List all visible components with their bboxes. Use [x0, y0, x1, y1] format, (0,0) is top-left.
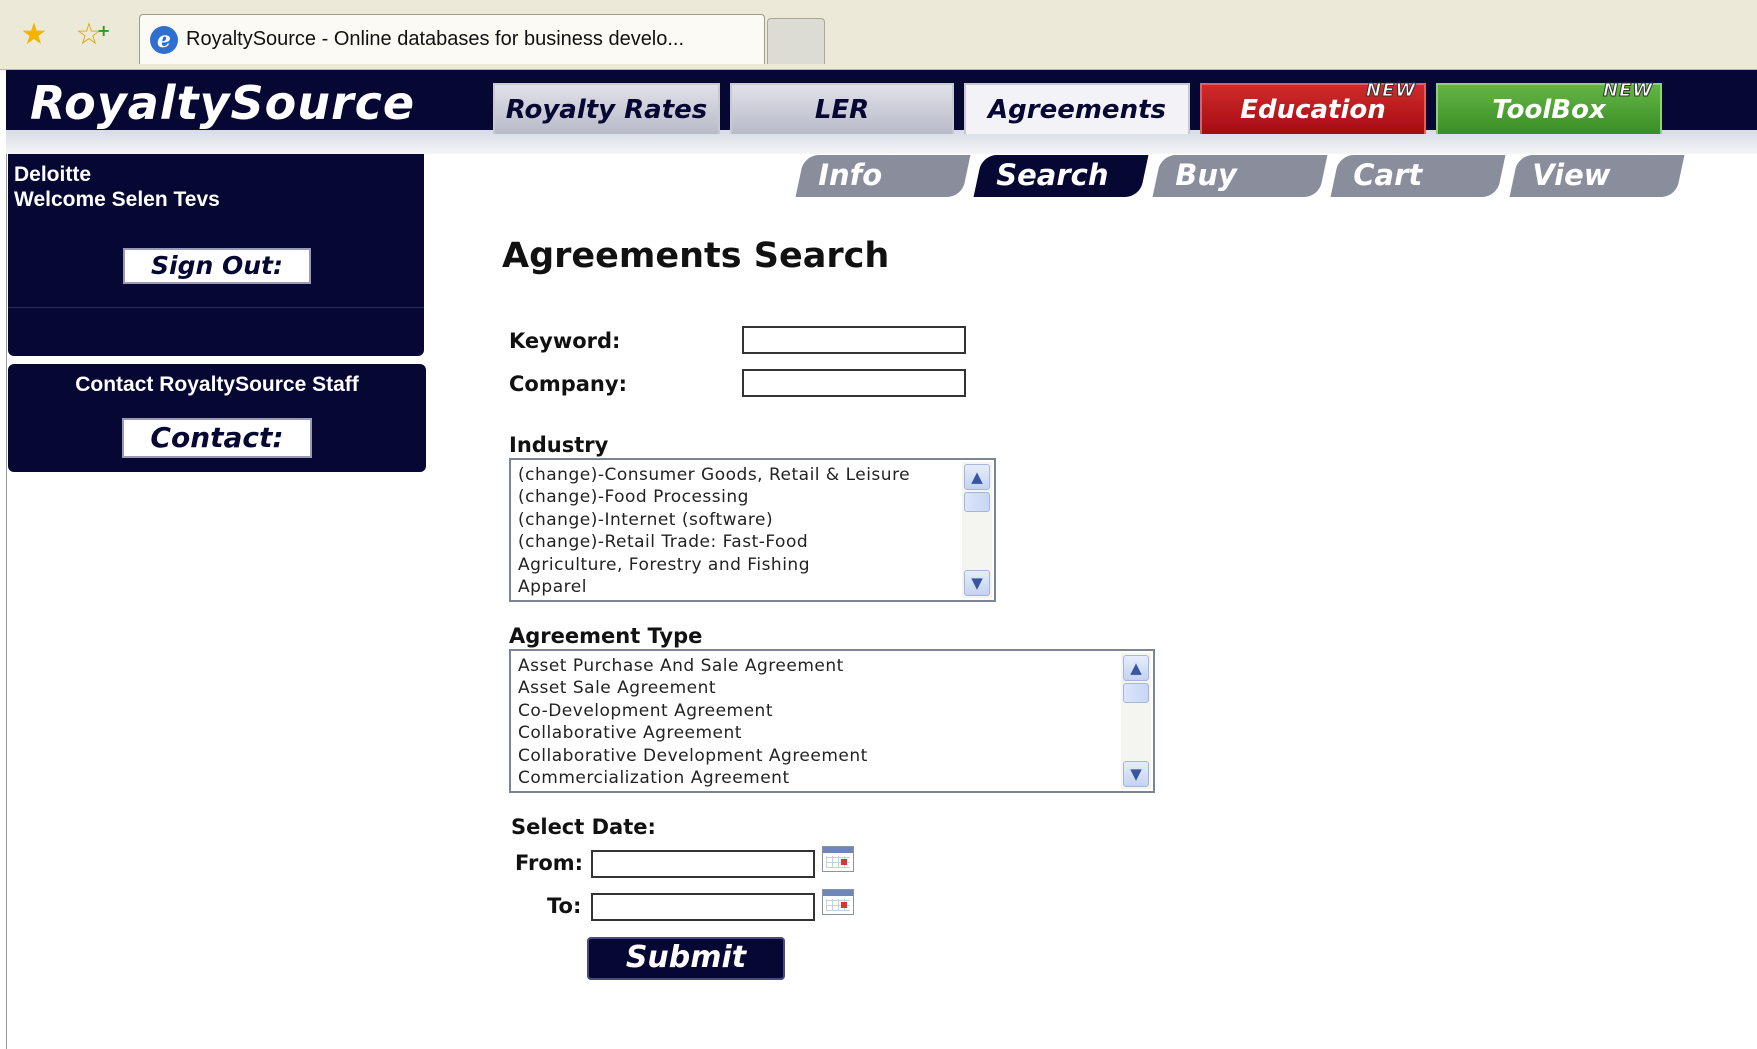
site-logo[interactable]: RoyaltySource — [30, 76, 415, 130]
subtab-search[interactable]: Search — [973, 155, 1149, 197]
list-option[interactable]: Asset Sale Agreement — [518, 677, 868, 699]
select-date-label: Select Date: — [511, 815, 656, 839]
contact-staff-label: Contact RoyaltySource Staff — [75, 373, 359, 396]
agreement-type-options: Asset Purchase And Sale Agreement Asset S… — [518, 655, 868, 789]
new-tab-button[interactable] — [767, 18, 825, 64]
browser-tab-active[interactable]: e RoyaltySource - Online databases for b… — [139, 14, 765, 64]
account-panel-divider — [8, 307, 424, 308]
list-option[interactable]: Apparel — [518, 576, 910, 598]
scroll-thumb[interactable] — [964, 492, 990, 512]
scroll-down-icon[interactable]: ▼ — [1123, 761, 1149, 787]
industry-label: Industry — [509, 433, 609, 457]
agreement-type-scrollbar[interactable]: ▲ ▼ — [1121, 653, 1151, 789]
ie-favicon-icon: e — [150, 26, 178, 54]
list-option[interactable]: Commercialization Agreement — [518, 767, 868, 789]
scroll-down-icon[interactable]: ▼ — [964, 570, 990, 596]
submit-button[interactable]: Submit — [587, 937, 785, 980]
list-option[interactable]: (change)-Consumer Goods, Retail & Leisur… — [518, 464, 910, 486]
industry-options: (change)-Consumer Goods, Retail & Leisur… — [518, 464, 910, 598]
list-option[interactable]: Collaborative Agreement — [518, 722, 868, 744]
toolbox-new-badge: NEW — [1602, 80, 1654, 102]
subtab-info[interactable]: Info — [795, 155, 971, 197]
keyword-label: Keyword: — [509, 329, 621, 353]
industry-scrollbar[interactable]: ▲ ▼ — [962, 462, 992, 598]
company-input[interactable] — [742, 369, 966, 397]
nav-tab-ler[interactable]: LER — [730, 83, 954, 134]
browser-toolbar: ★ ☆ + e RoyaltySource - Online databases… — [0, 0, 1757, 70]
from-label: From: — [515, 851, 584, 875]
list-option[interactable]: Agriculture, Forestry and Fishing — [518, 554, 910, 576]
list-option[interactable]: Collaborative Development Agreement — [518, 745, 868, 767]
industry-listbox[interactable]: (change)-Consumer Goods, Retail & Leisur… — [509, 458, 996, 602]
to-date-input[interactable] — [591, 893, 815, 921]
scroll-up-icon[interactable]: ▲ — [964, 464, 990, 490]
list-option[interactable]: Co-Development Agreement — [518, 700, 868, 722]
contact-button[interactable]: Contact: — [122, 418, 312, 458]
agreement-type-label: Agreement Type — [509, 624, 703, 648]
nav-tab-royalty-rates[interactable]: Royalty Rates — [493, 83, 720, 134]
agreement-type-listbox[interactable]: Asset Purchase And Sale Agreement Asset S… — [509, 649, 1155, 793]
to-label: To: — [547, 894, 582, 918]
sign-out-button[interactable]: Sign Out: — [123, 248, 311, 284]
window-border — [6, 70, 7, 1049]
subtab-info-label: Info — [818, 158, 883, 192]
from-date-input[interactable] — [591, 850, 815, 878]
subtab-view[interactable]: View — [1509, 155, 1685, 197]
scroll-thumb[interactable] — [1123, 683, 1149, 703]
favorites-star-icon[interactable]: ★ — [17, 18, 51, 52]
subtab-cart-label: Cart — [1353, 158, 1423, 192]
subtab-cart[interactable]: Cart — [1330, 155, 1506, 197]
nav-tab-agreements[interactable]: Agreements — [964, 83, 1190, 134]
subtab-view-label: View — [1532, 158, 1611, 192]
welcome-text: Welcome Selen Tevs — [14, 188, 220, 211]
from-calendar-icon[interactable] — [822, 846, 854, 872]
education-new-badge: NEW — [1365, 80, 1417, 102]
list-option[interactable]: (change)-Food Processing — [518, 486, 910, 508]
page-title: Agreements Search — [502, 236, 890, 276]
list-option[interactable]: (change)-Retail Trade: Fast-Food — [518, 531, 910, 553]
scroll-up-icon[interactable]: ▲ — [1123, 655, 1149, 681]
company-name: Deloitte — [14, 163, 92, 186]
to-calendar-icon[interactable] — [822, 889, 854, 915]
add-plus-icon: + — [97, 21, 111, 40]
list-option[interactable]: Asset Purchase And Sale Agreement — [518, 655, 868, 677]
subtab-search-label: Search — [996, 158, 1109, 192]
list-option[interactable]: (change)-Internet (software) — [518, 509, 910, 531]
keyword-input[interactable] — [742, 326, 966, 354]
browser-tab-title: RoyaltySource - Online databases for bus… — [186, 28, 685, 50]
company-label: Company: — [509, 372, 627, 396]
subtab-buy-label: Buy — [1175, 158, 1237, 192]
subtab-buy[interactable]: Buy — [1152, 155, 1328, 197]
